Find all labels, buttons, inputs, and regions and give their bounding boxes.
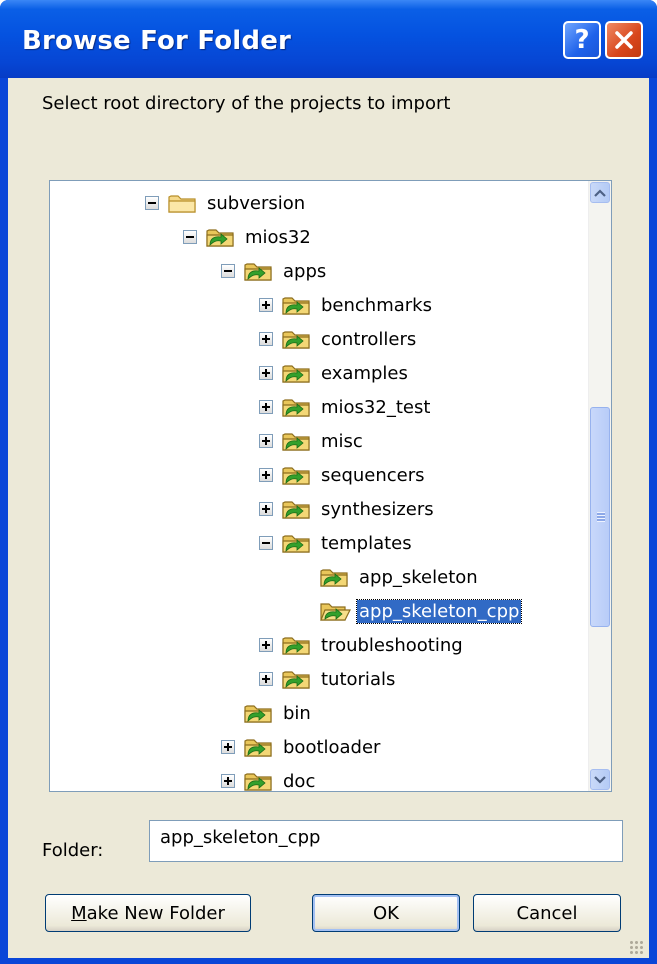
tree-item-label: bootloader	[283, 736, 381, 758]
svn-folder-icon	[281, 531, 319, 555]
folder-tree[interactable]: subversion mios32 apps benchmarks controller…	[49, 180, 612, 792]
tree-item-label: app_skeleton_cpp	[355, 598, 523, 624]
expand-plus-icon[interactable]	[259, 332, 273, 346]
svn-folder-icon	[243, 259, 281, 283]
close-icon	[615, 31, 633, 49]
expand-plus-icon[interactable]	[259, 672, 273, 686]
help-button[interactable]: ?	[563, 21, 601, 59]
tree-item[interactable]: controllers	[259, 323, 418, 355]
expand-plus-icon[interactable]	[259, 638, 273, 652]
tree-item-label: troubleshooting	[321, 634, 463, 656]
tree-item-label: mios32	[245, 226, 311, 248]
folder-icon	[167, 191, 205, 215]
tree-item[interactable]: app_skeleton_cpp	[297, 595, 523, 627]
instruction-text: Select root directory of the projects to…	[42, 93, 451, 114]
svn-folder-icon	[205, 225, 243, 249]
dialog-body: Select root directory of the projects to…	[8, 78, 649, 958]
scroll-down-button[interactable]	[590, 769, 610, 790]
collapse-minus-icon[interactable]	[183, 230, 197, 244]
make-new-folder-button[interactable]: Make New Folder	[45, 894, 251, 932]
tree-item-label: mios32_test	[321, 396, 431, 418]
tree-item[interactable]: sequencers	[259, 459, 427, 491]
expand-plus-icon[interactable]	[259, 502, 273, 516]
tree-item[interactable]: tutorials	[259, 663, 397, 695]
svn-folder-icon	[281, 293, 319, 317]
expand-plus-icon[interactable]	[259, 298, 273, 312]
svn-folder-icon	[281, 463, 319, 487]
collapse-minus-icon[interactable]	[221, 264, 235, 278]
tree-item-label: app_skeleton	[359, 566, 478, 588]
title-bar[interactable]: Browse For Folder ?	[0, 0, 657, 78]
vertical-scrollbar[interactable]	[588, 181, 611, 791]
expand-plus-icon[interactable]	[259, 400, 273, 414]
svn-folder-icon	[243, 769, 281, 791]
close-button[interactable]	[605, 21, 643, 59]
expand-plus-icon[interactable]	[259, 434, 273, 448]
expand-plus-icon[interactable]	[259, 366, 273, 380]
ok-button[interactable]: OK	[312, 894, 460, 932]
collapse-minus-icon[interactable]	[259, 536, 273, 550]
tree-item[interactable]: doc	[221, 765, 317, 792]
cancel-button[interactable]: Cancel	[473, 894, 621, 932]
tree-item[interactable]: troubleshooting	[259, 629, 465, 661]
tree-item[interactable]: bin	[221, 697, 313, 729]
expand-plus-icon[interactable]	[221, 740, 235, 754]
expand-plus-icon[interactable]	[259, 468, 273, 482]
button-label: ake New Folder	[86, 902, 225, 924]
scroll-up-button[interactable]	[590, 182, 610, 203]
tree-item[interactable]: benchmarks	[259, 289, 434, 321]
tree-item[interactable]: mios32	[183, 221, 313, 253]
mnemonic-letter: M	[71, 902, 87, 924]
svn-folder-icon	[281, 497, 319, 521]
folder-field[interactable]: app_skeleton_cpp	[149, 820, 623, 862]
tree-item[interactable]: bootloader	[221, 731, 382, 763]
svn-folder-open-icon	[319, 599, 357, 623]
scroll-thumb[interactable]	[590, 407, 610, 627]
svn-folder-icon	[243, 735, 281, 759]
expand-plus-icon[interactable]	[221, 774, 235, 788]
tree-item[interactable]: mios32_test	[259, 391, 432, 423]
svn-folder-icon	[319, 565, 357, 589]
tree-item-label: apps	[283, 260, 327, 282]
tree-item[interactable]: apps	[221, 255, 328, 287]
tree-item-label: synthesizers	[321, 498, 434, 520]
tree-item-label: tutorials	[321, 668, 396, 690]
tree-item-label: templates	[321, 532, 412, 554]
tree-item[interactable]: templates	[259, 527, 414, 559]
chevron-down-icon	[594, 775, 606, 784]
tree-item[interactable]: subversion	[145, 187, 307, 219]
resize-grip[interactable]	[629, 940, 643, 954]
tree-item-label: sequencers	[321, 464, 425, 486]
tree-item[interactable]: misc	[259, 425, 365, 457]
tree-item-label: subversion	[207, 192, 306, 214]
svn-folder-icon	[281, 633, 319, 657]
tree-item-label: bin	[283, 702, 311, 724]
tree-item-label: misc	[321, 430, 363, 452]
svn-folder-icon	[243, 701, 281, 725]
tree-item[interactable]: app_skeleton	[297, 561, 480, 593]
collapse-minus-icon[interactable]	[145, 196, 159, 210]
chevron-up-icon	[594, 188, 606, 197]
tree-item-label: examples	[321, 362, 408, 384]
scroll-thumb-grip	[597, 512, 605, 522]
tree-item[interactable]: synthesizers	[259, 493, 436, 525]
svn-folder-icon	[281, 327, 319, 351]
tree-item-label: benchmarks	[321, 294, 432, 316]
svn-folder-icon	[281, 667, 319, 691]
browse-for-folder-window: Browse For Folder ? Select root director…	[0, 0, 657, 964]
window-title: Browse For Folder	[22, 26, 292, 56]
folder-label: Folder:	[42, 840, 104, 861]
tree-item-label: controllers	[321, 328, 417, 350]
tree-item[interactable]: examples	[259, 357, 410, 389]
tree-item-label: doc	[283, 770, 316, 792]
svn-folder-icon	[281, 395, 319, 419]
svn-folder-icon	[281, 361, 319, 385]
svn-folder-icon	[281, 429, 319, 453]
